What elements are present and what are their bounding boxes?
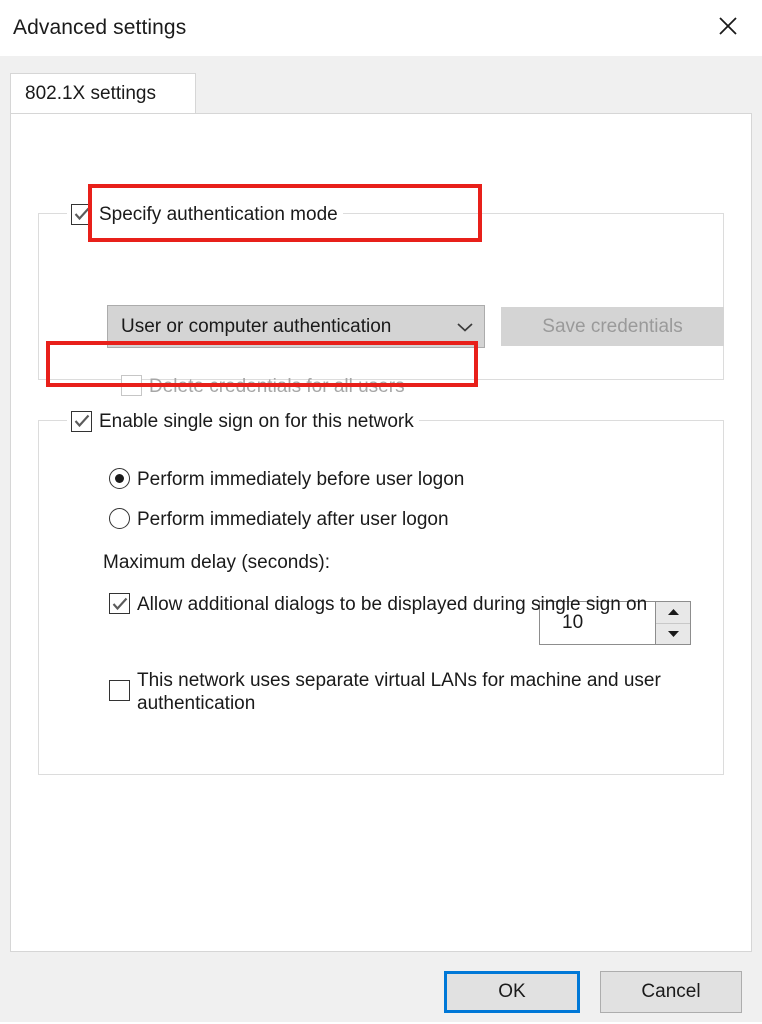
chevron-down-icon: [446, 321, 484, 333]
maximum-delay-label: Maximum delay (seconds):: [103, 552, 331, 573]
checkmark-icon: [74, 414, 89, 428]
enable-single-sign-on-row[interactable]: Enable single sign on for this network: [67, 408, 419, 434]
radio-selected-dot: [115, 474, 124, 483]
enable-single-sign-on-label: Enable single sign on for this network: [99, 410, 414, 432]
radio-before-logon[interactable]: [109, 468, 130, 489]
close-icon: [719, 17, 737, 35]
close-button[interactable]: [702, 0, 754, 52]
delete-credentials-row: Delete credentials for all users: [121, 375, 405, 398]
separate-vlans-label: This network uses separate virtual LANs …: [137, 670, 661, 714]
radio-after-logon-row[interactable]: Perform immediately after user logon: [109, 508, 449, 531]
radio-after-logon[interactable]: [109, 508, 130, 529]
save-credentials-button: Save credentials: [501, 307, 724, 346]
tab-panel: Specify authentication mode User or comp…: [10, 113, 752, 952]
authentication-mode-value: User or computer authentication: [121, 315, 392, 337]
tab-802-1x-settings[interactable]: 802.1X settings: [10, 73, 196, 114]
specify-authentication-mode-checkbox[interactable]: [71, 203, 92, 225]
title-bar: Advanced settings: [0, 0, 762, 56]
allow-dialogs-row[interactable]: Allow additional dialogs to be displayed…: [109, 593, 665, 616]
radio-after-logon-label: Perform immediately after user logon: [137, 509, 449, 530]
authentication-mode-group: Specify authentication mode: [38, 201, 724, 380]
ok-button[interactable]: OK: [444, 971, 580, 1013]
maximum-delay-label-row: Maximum delay (seconds):: [103, 551, 330, 574]
checkmark-icon: [112, 597, 127, 610]
vlan-row[interactable]: This network uses separate virtual LANs …: [109, 669, 685, 715]
enable-single-sign-on-checkbox[interactable]: [71, 410, 92, 432]
separate-vlans-checkbox[interactable]: [109, 680, 130, 701]
radio-before-logon-row[interactable]: Perform immediately before user logon: [109, 468, 464, 491]
allow-additional-dialogs-label: Allow additional dialogs to be displayed…: [137, 594, 648, 615]
checkmark-icon: [74, 207, 89, 221]
tab-strip: 802.1X settings Specify authentication m…: [0, 56, 762, 1022]
triangle-down-icon: [667, 630, 679, 637]
triangle-up-icon: [667, 609, 679, 616]
tab-label: 802.1X settings: [25, 83, 156, 104]
allow-additional-dialogs-checkbox[interactable]: [109, 593, 130, 614]
cancel-button[interactable]: Cancel: [600, 971, 742, 1013]
specify-authentication-mode-label: Specify authentication mode: [99, 203, 338, 225]
delete-credentials-label: Delete credentials for all users: [149, 376, 405, 397]
stepper-down-button[interactable]: [656, 624, 690, 645]
page-title: Advanced settings: [13, 16, 187, 39]
specify-authentication-mode-row[interactable]: Specify authentication mode: [67, 201, 343, 227]
authentication-mode-select[interactable]: User or computer authentication: [107, 305, 485, 348]
delete-credentials-checkbox: [121, 375, 142, 396]
radio-before-logon-label: Perform immediately before user logon: [137, 469, 465, 490]
